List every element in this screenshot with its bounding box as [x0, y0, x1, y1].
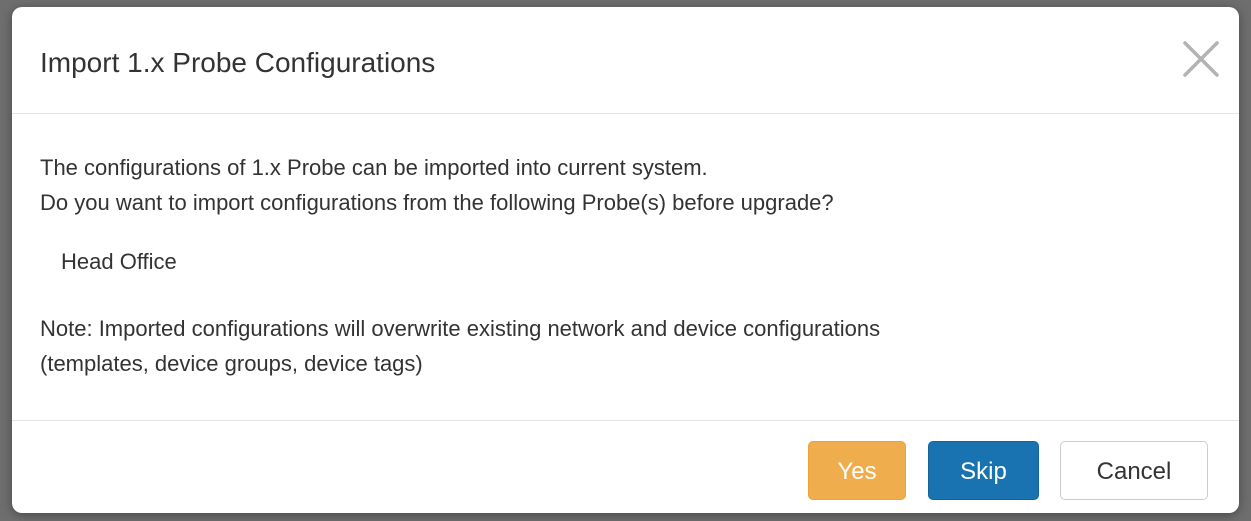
- dialog-footer: Yes Skip Cancel: [12, 421, 1239, 513]
- note-line-1: Note: Imported configurations will overw…: [40, 316, 881, 341]
- dialog-title: Import 1.x Probe Configurations: [40, 47, 436, 78]
- note-line-2: (templates, device groups, device tags): [40, 351, 423, 376]
- import-configurations-dialog: Import 1.x Probe Configurations The conf…: [12, 7, 1239, 513]
- close-icon: [1183, 41, 1219, 77]
- close-button[interactable]: [1181, 39, 1221, 79]
- yes-button[interactable]: Yes: [808, 441, 906, 500]
- skip-button[interactable]: Skip: [928, 441, 1039, 500]
- description-line-2: Do you want to import configurations fro…: [40, 190, 834, 215]
- probe-list-item: Head Office: [61, 249, 177, 274]
- description-line-1: The configurations of 1.x Probe can be i…: [40, 155, 708, 180]
- dialog-header: Import 1.x Probe Configurations: [12, 7, 1239, 114]
- dialog-body: The configurations of 1.x Probe can be i…: [12, 114, 1239, 421]
- cancel-button[interactable]: Cancel: [1060, 441, 1208, 500]
